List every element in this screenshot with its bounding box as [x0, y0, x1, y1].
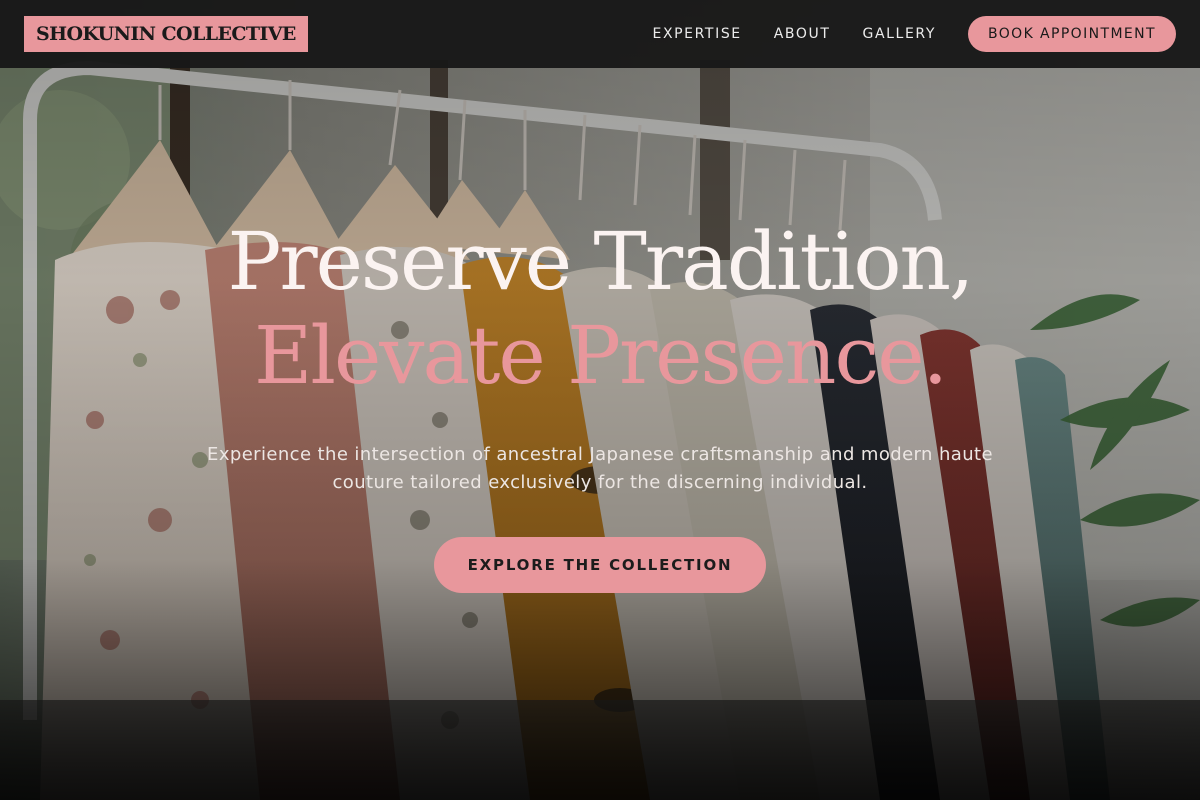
explore-collection-button[interactable]: EXPLORE THE COLLECTION	[434, 537, 766, 593]
headline-line-1: Preserve Tradition,	[227, 215, 975, 308]
nav-link-gallery[interactable]: GALLERY	[863, 26, 936, 42]
nav-links: EXPERTISE ABOUT GALLERY BOOK APPOINTMENT	[653, 16, 1176, 52]
brand-logo[interactable]: SHOKUNIN COLLECTIVE	[24, 16, 308, 52]
top-navbar: SHOKUNIN COLLECTIVE EXPERTISE ABOUT GALL…	[0, 0, 1200, 68]
hero-subtext: Experience the intersection of ancestral…	[207, 444, 993, 493]
nav-link-expertise[interactable]: EXPERTISE	[653, 26, 742, 42]
headline-line-2: Elevate Presence.	[253, 309, 948, 402]
hero-headline: Preserve Tradition, Elevate Presence.	[0, 215, 1200, 403]
hero-content: Preserve Tradition, Elevate Presence. Ex…	[0, 215, 1200, 593]
book-appointment-button[interactable]: BOOK APPOINTMENT	[967, 16, 1176, 52]
nav-link-about[interactable]: ABOUT	[774, 26, 831, 42]
